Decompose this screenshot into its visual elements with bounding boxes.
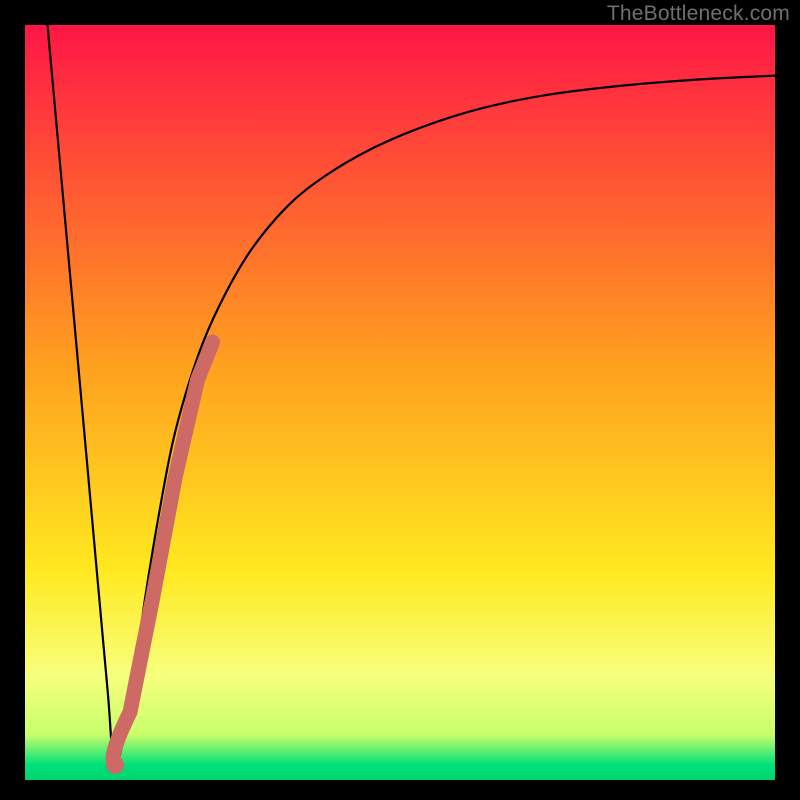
chart-frame: TheBottleneck.com — [0, 0, 800, 800]
highlight-marker — [113, 342, 213, 765]
marker-overlay — [25, 25, 775, 780]
plot-area — [25, 25, 775, 780]
highlight-dot — [106, 756, 124, 774]
attribution-label: TheBottleneck.com — [607, 2, 790, 26]
